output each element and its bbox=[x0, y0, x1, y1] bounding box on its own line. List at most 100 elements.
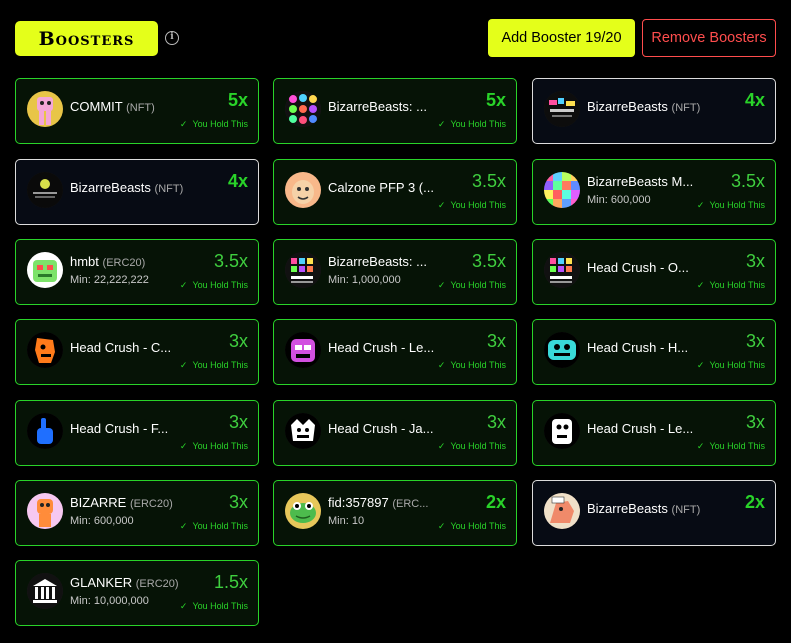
booster-card[interactable]: BizarreBeasts (NFT) 4x bbox=[15, 159, 259, 225]
booster-name-line: COMMIT (NFT) bbox=[70, 99, 155, 114]
booster-multiplier: 4x bbox=[227, 171, 248, 191]
booster-card[interactable]: hmbt (ERC20) Min: 22,222,222 3.5x ✓ You Hold… bbox=[15, 239, 259, 305]
booster-multiplier: 3.5x bbox=[471, 171, 506, 191]
booster-name-line: BizarreBeasts M... bbox=[587, 174, 693, 189]
mosaic-avatar bbox=[544, 172, 580, 208]
booster-multiplier: 5x bbox=[485, 90, 506, 110]
boosters-header: Boosters i Add Booster 19/20 Remove Boos… bbox=[15, 19, 776, 57]
held-status: ✓ You Hold This bbox=[438, 441, 506, 452]
booster-min-requirement: Min: 10 bbox=[328, 515, 365, 527]
booster-card[interactable]: Head Crush - C... 3x ✓ You Hold This bbox=[15, 319, 259, 385]
booster-name: GLANKER bbox=[70, 575, 133, 590]
booster-card[interactable]: BIZARRE (ERC20) Min: 600,000 3x ✓ You Hold T… bbox=[15, 480, 259, 546]
booster-name-line: Calzone PFP 3 (... bbox=[328, 180, 434, 195]
checkmark-icon: ✓ bbox=[437, 521, 446, 531]
booster-name-line: fid:357897 (ERC... bbox=[328, 495, 428, 510]
booster-card[interactable]: Head Crush - F... 3x ✓ You Hold This bbox=[15, 400, 259, 466]
booster-name: Head Crush - O... bbox=[587, 260, 689, 275]
booster-card[interactable]: fid:357897 (ERC... Min: 10 2x ✓ You Hold Thi… bbox=[273, 480, 517, 546]
dark-orb-avatar bbox=[27, 172, 63, 208]
checkmark-icon: ✓ bbox=[179, 360, 188, 370]
page-title: Boosters bbox=[38, 27, 135, 50]
checkmark-icon: ✓ bbox=[437, 200, 446, 210]
booster-card[interactable]: BizarreBeasts M... Min: 600,000 3.5x ✓ You H… bbox=[532, 159, 776, 225]
booster-multiplier: 3.5x bbox=[730, 171, 765, 191]
checkmark-icon: ✓ bbox=[437, 280, 446, 290]
booster-name-line: BizarreBeasts (NFT) bbox=[587, 99, 700, 114]
booster-type-tag: (NFT) bbox=[126, 102, 155, 114]
booster-name-line: BizarreBeasts: ... bbox=[328, 254, 427, 269]
booster-name-line: Head Crush - C... bbox=[70, 340, 171, 355]
add-booster-button[interactable]: Add Booster 19/20 bbox=[488, 19, 635, 57]
held-status: ✓ You Hold This bbox=[697, 441, 765, 452]
booster-min-requirement: Min: 1,000,000 bbox=[328, 274, 401, 286]
booster-name: BizarreBeasts bbox=[70, 180, 151, 195]
booster-name: BizarreBeasts: ... bbox=[328, 254, 427, 269]
booster-card[interactable]: BizarreBeasts (NFT) 2x bbox=[532, 480, 776, 546]
colorful-beasts-grid-avatar bbox=[285, 91, 321, 127]
booster-type-tag: (NFT) bbox=[154, 183, 184, 195]
booster-card[interactable]: Head Crush - Le... 3x ✓ You Hold This bbox=[532, 400, 776, 466]
blue-hand-avatar bbox=[27, 413, 63, 449]
held-status: ✓ You Hold This bbox=[438, 119, 506, 130]
sketch-beast-avatar bbox=[544, 493, 580, 529]
booster-name: fid:357897 bbox=[328, 495, 389, 510]
checkmark-icon: ✓ bbox=[179, 601, 188, 611]
white-creature-avatar bbox=[285, 413, 321, 449]
held-status: ✓ You Hold This bbox=[697, 360, 765, 371]
held-status-label: You Hold This bbox=[450, 280, 506, 290]
booster-name: Head Crush - C... bbox=[70, 340, 172, 355]
booster-card[interactable]: BizarreBeasts: ... Min: 1,000,000 3.5x ✓ You… bbox=[273, 239, 517, 305]
held-status-label: You Hold This bbox=[450, 360, 506, 370]
orange-beast-avatar bbox=[27, 493, 63, 529]
booster-card[interactable]: BizarreBeasts: ... 5x ✓ You Hold This bbox=[273, 78, 517, 144]
booster-multiplier: 1.5x bbox=[213, 572, 248, 592]
booster-name: Head Crush - Ja... bbox=[328, 421, 434, 436]
head-crush-logo-avatar bbox=[544, 252, 580, 288]
booster-card[interactable]: Head Crush - Le... 3x ✓ You Hold This bbox=[273, 319, 517, 385]
held-status-label: You Hold This bbox=[192, 441, 248, 451]
booster-type-tag: (NFT) bbox=[671, 504, 701, 516]
booster-card[interactable]: BizarreBeasts (NFT) 4x bbox=[532, 78, 776, 144]
booster-name: BIZARRE bbox=[70, 495, 127, 510]
booster-card[interactable]: Head Crush - Ja... 3x ✓ You Hold This bbox=[273, 400, 517, 466]
held-status: ✓ You Hold This bbox=[180, 441, 248, 452]
booster-name: BizarreBeasts bbox=[587, 99, 668, 114]
held-status-label: You Hold This bbox=[450, 521, 506, 531]
held-status: ✓ You Hold This bbox=[438, 360, 506, 371]
dark-collage-avatar bbox=[544, 91, 580, 127]
booster-multiplier: 3x bbox=[228, 492, 248, 512]
booster-name-line: Head Crush - Ja... bbox=[328, 421, 434, 436]
info-icon[interactable]: i bbox=[165, 31, 179, 45]
checkmark-icon: ✓ bbox=[696, 200, 705, 210]
remove-boosters-button[interactable]: Remove Boosters bbox=[642, 19, 776, 57]
checkmark-icon: ✓ bbox=[696, 441, 705, 451]
booster-multiplier: 3x bbox=[745, 412, 765, 432]
booster-card[interactable]: COMMIT (NFT) 5x ✓ You Hold This bbox=[15, 78, 259, 144]
booster-card[interactable]: Head Crush - O... 3x ✓ You Hold This bbox=[532, 239, 776, 305]
held-status-label: You Hold This bbox=[709, 441, 765, 451]
held-status-label: You Hold This bbox=[450, 200, 506, 210]
held-status: ✓ You Hold This bbox=[180, 521, 248, 532]
booster-card[interactable]: GLANKER (ERC20) Min: 10,000,000 1.5x ✓ You H… bbox=[15, 560, 259, 626]
booster-multiplier: 2x bbox=[744, 492, 765, 512]
booster-name-line: Head Crush - Le... bbox=[328, 340, 434, 355]
held-status-label: You Hold This bbox=[192, 521, 248, 531]
booster-card[interactable]: Head Crush - H... 3x ✓ You Hold This bbox=[532, 319, 776, 385]
booster-name: Head Crush - F... bbox=[70, 421, 169, 436]
booster-name: BizarreBeasts bbox=[587, 501, 668, 516]
pink-character-avatar bbox=[27, 91, 63, 127]
boosters-title-badge: Boosters bbox=[15, 21, 158, 56]
booster-min-requirement: Min: 600,000 bbox=[587, 194, 651, 206]
booster-card[interactable]: Calzone PFP 3 (... 3.5x ✓ You Hold This bbox=[273, 159, 517, 225]
booster-name: COMMIT bbox=[70, 99, 123, 114]
booster-min-requirement: Min: 10,000,000 bbox=[70, 595, 149, 607]
checkmark-icon: ✓ bbox=[437, 441, 446, 451]
checkmark-icon: ✓ bbox=[179, 441, 188, 451]
booster-name-line: BizarreBeasts: ... bbox=[328, 99, 427, 114]
booster-name: Calzone PFP 3 (... bbox=[328, 180, 434, 195]
white-head-avatar bbox=[544, 413, 580, 449]
booster-multiplier: 2x bbox=[485, 492, 506, 512]
held-status-label: You Hold This bbox=[709, 200, 765, 210]
held-status: ✓ You Hold This bbox=[180, 601, 248, 612]
